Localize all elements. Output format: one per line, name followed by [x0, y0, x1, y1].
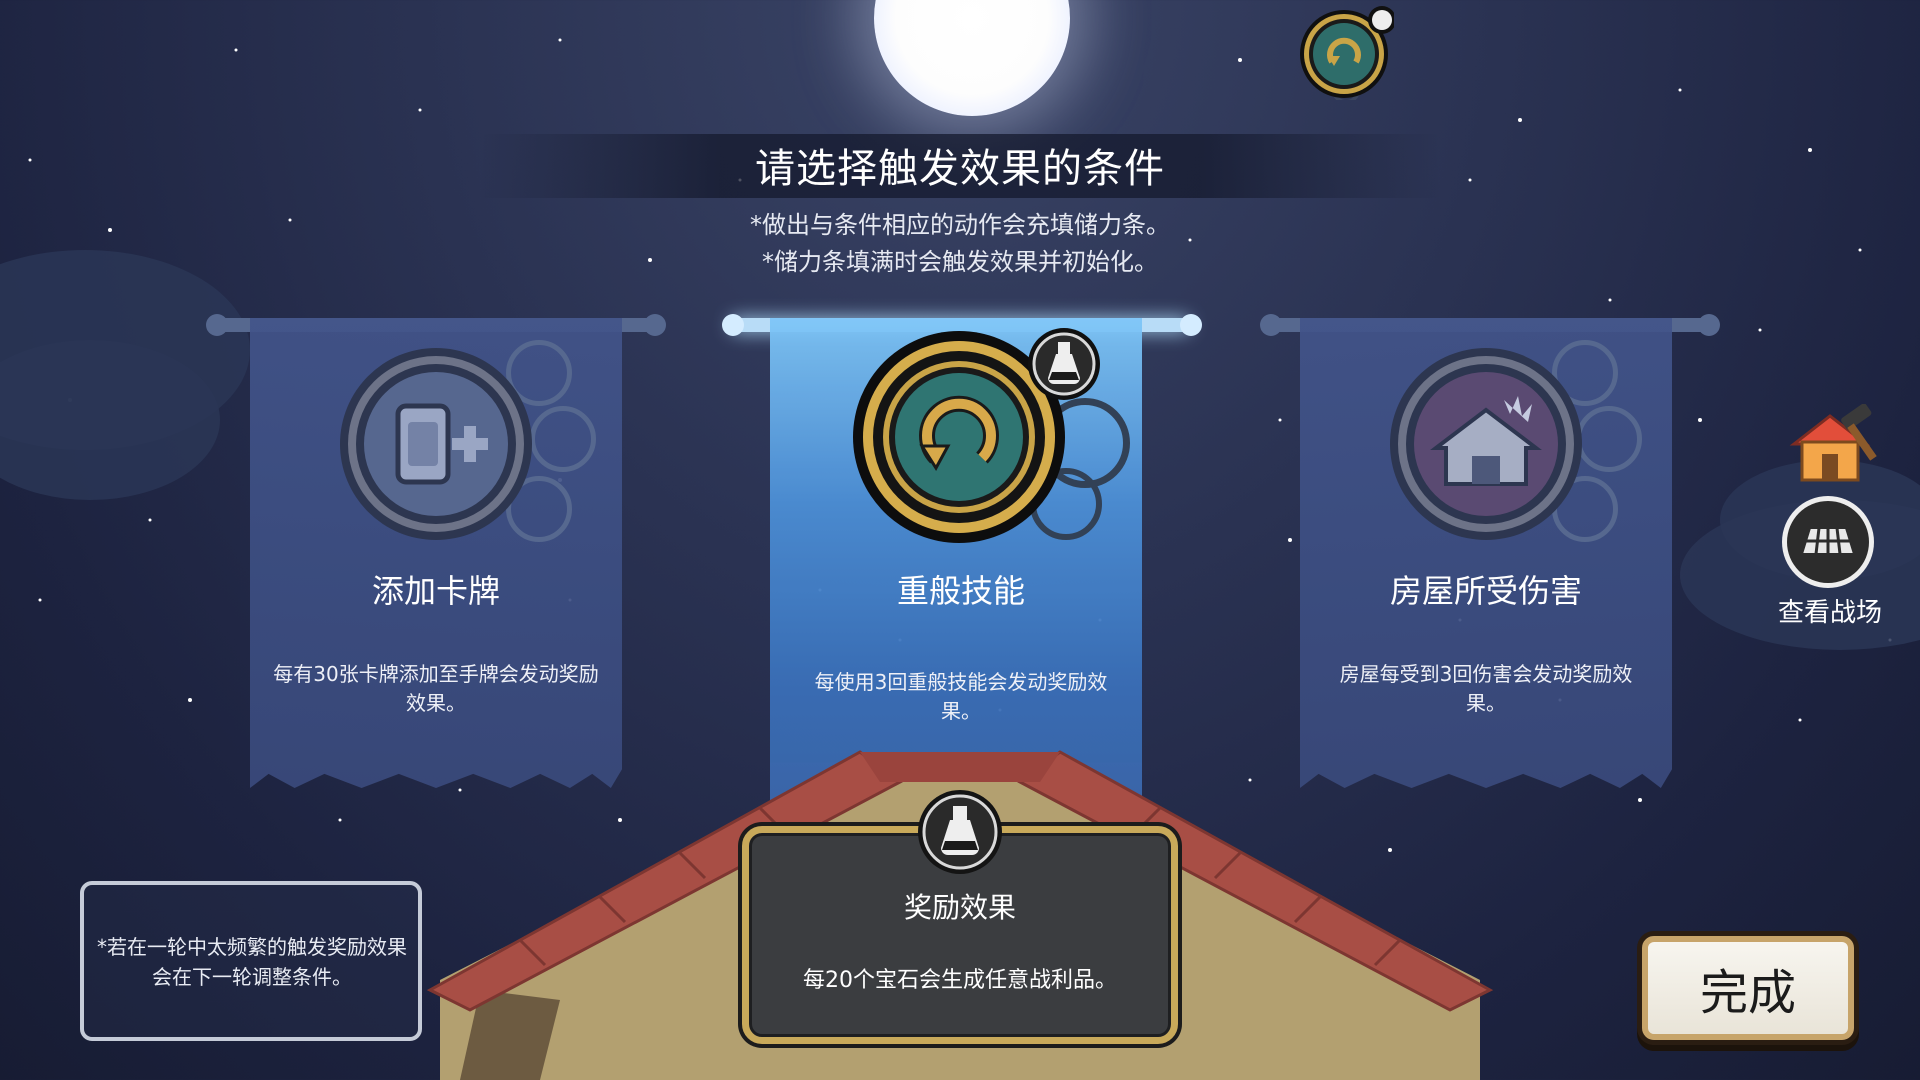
view-battlefield-label[interactable]: 查看战场 — [1768, 592, 1892, 629]
moon — [874, 0, 1070, 116]
current-condition-badge — [1300, 6, 1394, 100]
battle-grid-icon[interactable] — [1780, 494, 1876, 590]
charge-slot — [530, 406, 596, 472]
card-plus-icon — [340, 348, 532, 540]
subtitle-line-2: *储力条填满时会触发效果并初始化。 — [762, 248, 1158, 276]
card-desc: 每使用3回重般技能会发动奖励效果。 — [814, 670, 1108, 723]
rod-end — [722, 314, 744, 336]
potion-flask-icon — [1028, 328, 1100, 400]
card-name: 重般技能 — [896, 572, 1025, 610]
rod-end — [1180, 314, 1202, 336]
page-title: 请选择触发效果的条件 — [755, 146, 1165, 192]
rod-end — [644, 314, 666, 336]
rod-end — [1698, 314, 1720, 336]
rod-end — [1260, 314, 1282, 336]
card-desc: 房屋每受到3回伤害会发动奖励效果。 — [1339, 662, 1633, 715]
done-button[interactable]: 完成 — [1642, 936, 1854, 1040]
card-name: 添加卡牌 — [371, 572, 500, 610]
bonus-desc: 每20个宝石会生成任意战利品。 — [803, 968, 1117, 993]
damaged-house-icon — [1390, 348, 1582, 540]
rod-end — [206, 314, 228, 336]
card-name: 房屋所受伤害 — [1389, 572, 1582, 610]
card-desc: 每有30张卡牌添加至手牌会发动奖励效果。 — [273, 662, 599, 715]
subtitle-line-1: *做出与条件相应的动作会充填储力条。 — [750, 211, 1170, 239]
note-text: *若在一轮中太频繁的触发奖励效果会在下一轮调整条件。 — [97, 935, 407, 989]
house-hammer-icon[interactable] — [1786, 404, 1882, 486]
potion-flask-icon — [918, 790, 1002, 874]
bonus-title: 奖励效果 — [903, 891, 1016, 924]
